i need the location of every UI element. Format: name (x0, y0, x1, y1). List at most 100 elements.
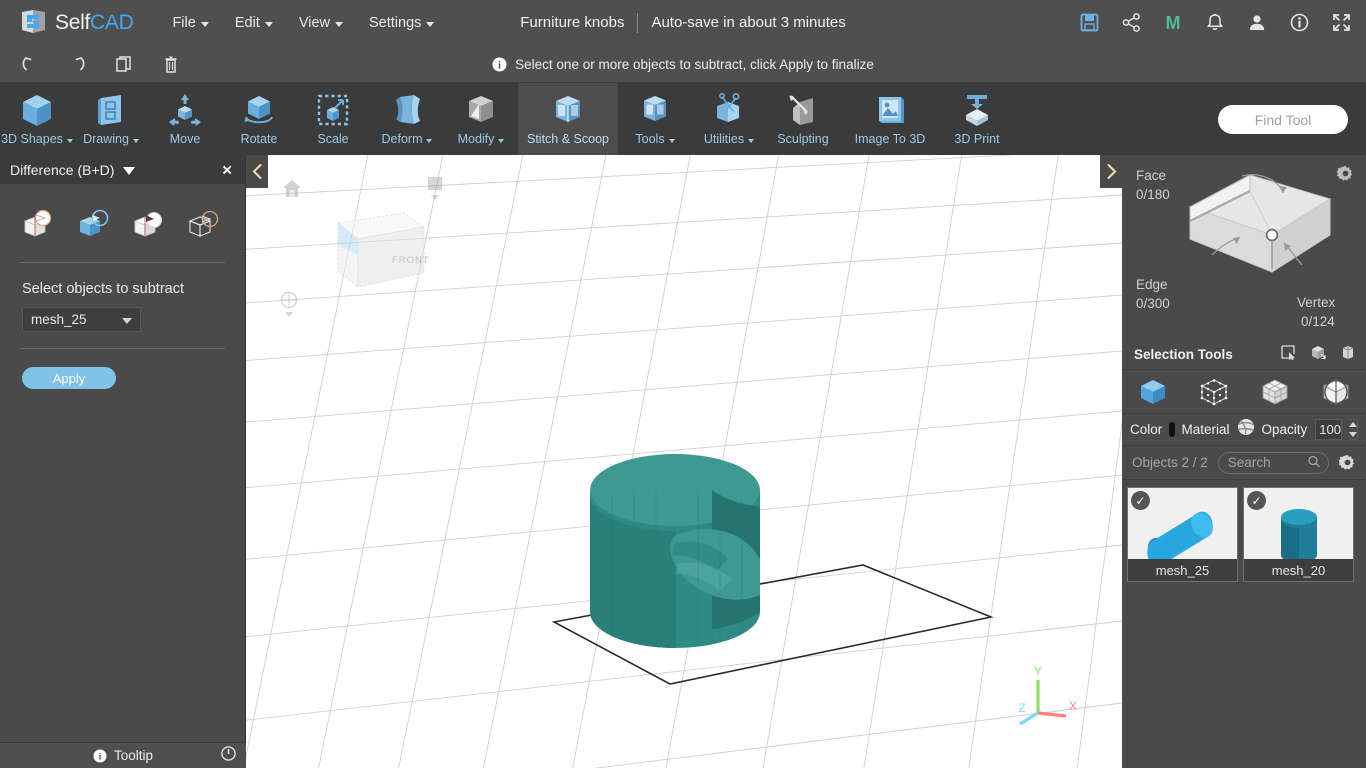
marketplace-m-icon[interactable]: M (1162, 12, 1184, 34)
lasso-select-icon[interactable] (1340, 345, 1356, 365)
ribbon-rotate[interactable]: Rotate (222, 83, 296, 155)
ribbon-modify[interactable]: Modify (444, 83, 518, 155)
ribbon-label: Stitch & Scoop (527, 132, 609, 146)
label-text: 3D Print (954, 132, 1000, 146)
label-text: Deform (381, 132, 423, 146)
selection-tools-label: Selection Tools (1134, 347, 1233, 362)
redo-button[interactable] (60, 49, 94, 79)
ribbon-scale[interactable]: Scale (296, 83, 370, 155)
close-icon[interactable]: × (222, 161, 232, 178)
undo-button[interactable] (13, 49, 47, 79)
object-name: mesh_25 (1128, 559, 1237, 581)
chevron-down-icon (122, 317, 132, 324)
object-visibility-checkbox[interactable]: ✓ (1131, 491, 1150, 510)
chevron-down-icon (66, 139, 73, 143)
ribbon-sculpting[interactable]: Sculpting (766, 83, 840, 155)
action-toolbar: i Select one or more objects to subtract… (0, 45, 1366, 83)
ribbon-3d-shapes[interactable]: 3D Shapes (0, 83, 74, 155)
material-row: Color Material Opacity 100 (1122, 414, 1366, 446)
union-mode-icon[interactable] (20, 206, 60, 244)
object-card-mesh-25[interactable]: ✓ mesh_25 (1127, 487, 1238, 582)
ribbon-image-to-3d[interactable]: Image To 3D (840, 83, 940, 155)
utilities-icon (709, 91, 749, 131)
difference-mode-icon[interactable] (75, 206, 115, 244)
info-icon[interactable] (1288, 12, 1310, 34)
model-cylinder-scooped (590, 454, 760, 649)
objects-search-input[interactable]: Search (1217, 451, 1329, 474)
app-logo[interactable]: SelfCAD (20, 9, 134, 36)
ribbon-move[interactable]: Move (148, 83, 222, 155)
menu-view-label: View (298, 14, 330, 31)
label-text: Image To 3D (854, 132, 926, 146)
material-sphere-icon[interactable] (1237, 418, 1255, 441)
object-card-mesh-20[interactable]: ✓ mesh_20 (1243, 487, 1354, 582)
edge-count-label: Edge (1136, 277, 1168, 292)
label-text: 3D Shapes (1, 132, 63, 146)
menu-view[interactable]: View (286, 9, 356, 37)
ribbon-label: Modify (458, 132, 505, 146)
label-text: Rotate (240, 132, 278, 146)
edge-mode-icon[interactable] (1318, 375, 1354, 409)
opacity-stepper[interactable] (1349, 419, 1358, 440)
ribbon-tools[interactable]: Tools (618, 83, 692, 155)
menu-settings[interactable]: Settings (356, 9, 447, 37)
color-swatch[interactable] (1169, 422, 1175, 437)
autosave-status: Auto-save in about 3 minutes (651, 14, 846, 31)
subtract-object-dropdown[interactable]: mesh_25 (22, 307, 141, 332)
ribbon-drawing[interactable]: Drawing (74, 83, 148, 155)
rectangle-select-icon[interactable] (1281, 344, 1296, 365)
status-hint: i Select one or more objects to subtract… (0, 45, 1366, 83)
home-view-icon[interactable] (282, 179, 302, 203)
chevron-down-icon (498, 139, 505, 143)
vertex-mode-icon[interactable] (1196, 375, 1232, 409)
box-select-icon[interactable] (1310, 345, 1326, 365)
power-toggle-icon[interactable] (221, 745, 236, 766)
chevron-down-icon (264, 22, 273, 27)
object-mode-icon[interactable] (1135, 375, 1171, 409)
ribbon-label: 3D Print (954, 132, 999, 146)
ribbon-stitch-and-scoop[interactable]: Stitch & Scoop (518, 83, 618, 155)
intersect-mode-icon[interactable] (130, 206, 170, 244)
user-account-icon[interactable] (1246, 12, 1268, 34)
ribbon-deform[interactable]: Deform (370, 83, 444, 155)
menu-file[interactable]: File (159, 9, 221, 37)
find-tool-placeholder: Find Tool (1254, 111, 1312, 128)
stepper-down[interactable] (1349, 430, 1357, 440)
copy-button[interactable] (107, 49, 141, 79)
sculpting-icon (783, 91, 823, 131)
face-count-label: Face (1136, 168, 1167, 183)
ribbon-label: Sculpting (777, 132, 828, 146)
label-text: Tools (635, 132, 665, 146)
orbit-target-icon[interactable] (280, 291, 298, 322)
menu-edit[interactable]: Edit (222, 9, 286, 37)
save-icon[interactable] (1078, 12, 1100, 34)
stepper-up[interactable] (1349, 420, 1357, 430)
face-mode-icon[interactable] (1257, 375, 1293, 409)
pan-square-icon[interactable] (426, 175, 444, 206)
collapse-left-panel-button[interactable] (246, 155, 268, 188)
share-icon[interactable] (1120, 12, 1142, 34)
edge-count-value: 0/300 (1136, 296, 1170, 311)
notifications-bell-icon[interactable] (1204, 12, 1226, 34)
find-tool-input[interactable]: Find Tool (1218, 105, 1348, 134)
apply-button[interactable]: Apply (22, 367, 116, 389)
stitch-scoop-icon (548, 91, 588, 131)
chevron-down-icon[interactable] (123, 166, 136, 175)
viewport-scene: FRONT (246, 155, 1122, 768)
split-mode-icon[interactable] (185, 206, 225, 244)
ribbon-utilities[interactable]: Utilities (692, 83, 766, 155)
opacity-input[interactable]: 100 (1315, 419, 1342, 440)
delete-button[interactable] (154, 49, 188, 79)
selfcad-logo-icon (20, 9, 48, 36)
selection-tools-row: Selection Tools (1122, 340, 1366, 370)
fullscreen-icon[interactable] (1330, 12, 1352, 34)
collapse-right-panel-button[interactable] (1100, 155, 1122, 188)
object-visibility-checkbox[interactable]: ✓ (1247, 491, 1266, 510)
menu-file-label: File (172, 14, 196, 31)
chevron-down-icon (426, 22, 435, 27)
objects-settings-gear-icon[interactable] (1339, 454, 1356, 471)
chevron-down-icon (426, 139, 433, 143)
3d-viewport[interactable]: FRONT Y X Z (246, 155, 1122, 768)
color-label: Color (1130, 422, 1163, 437)
ribbon-3d-print[interactable]: 3D Print (940, 83, 1014, 155)
